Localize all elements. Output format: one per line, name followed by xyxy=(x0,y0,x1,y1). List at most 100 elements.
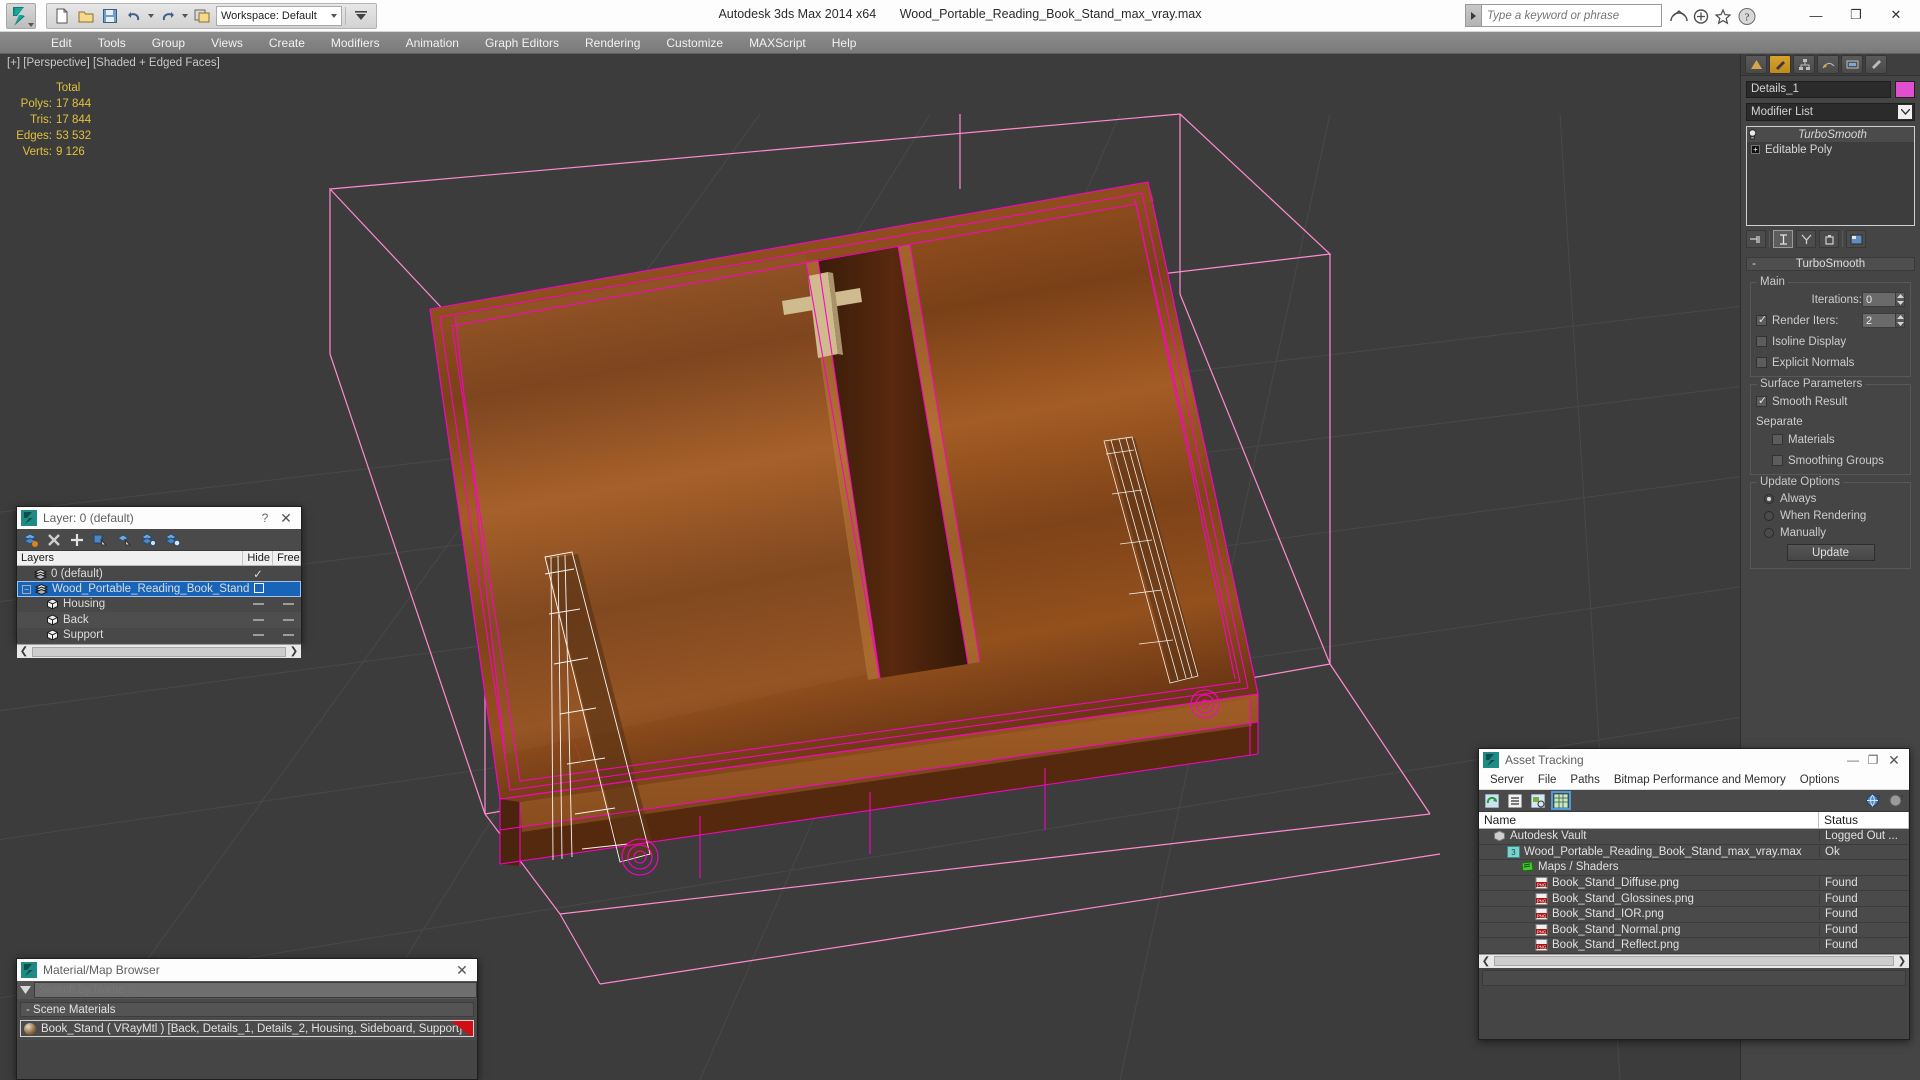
asset-menu-options[interactable]: Options xyxy=(1793,774,1847,786)
layer-dialog-titlebar[interactable]: Layer: 0 (default) ? ✕ xyxy=(17,507,301,529)
exchange-app-icon[interactable] xyxy=(1692,8,1710,25)
asset-row[interactable]: PNG Book_Stand_Glossines.png Found xyxy=(1479,891,1909,907)
always-radio[interactable] xyxy=(1764,493,1774,504)
manually-row[interactable]: Manually xyxy=(1756,525,1905,540)
sign-in-icon[interactable] xyxy=(1670,8,1688,25)
minimize-button[interactable]: — xyxy=(1796,2,1836,28)
asset-name-cell[interactable]: PNG Book_Stand_Reflect.png xyxy=(1479,939,1819,952)
asset-name-cell[interactable]: PNG Book_Stand_Diffuse.png xyxy=(1479,877,1819,890)
column-hide[interactable]: Hide xyxy=(243,551,274,565)
explicit-normals-checkbox[interactable] xyxy=(1756,357,1767,368)
smoothing-groups-checkbox[interactable] xyxy=(1772,455,1783,466)
menu-item-maxscript[interactable]: MAXScript xyxy=(736,32,819,54)
maximize-button[interactable]: ❐ xyxy=(1863,753,1883,767)
layer-hide-cell[interactable] xyxy=(245,598,271,610)
inherit-dash-icon[interactable] xyxy=(252,603,264,606)
layer-horizontal-scrollbar[interactable]: ❮ ❯ xyxy=(17,644,301,658)
asset-name-cell[interactable]: PNG Book_Stand_IOR.png xyxy=(1479,908,1819,921)
layer-hide-cell[interactable]: ✓ xyxy=(245,567,271,581)
layer-list[interactable]: 0 (default) ✓ − Wood_Portable_Reading_Book… xyxy=(17,566,301,644)
table-view-icon[interactable] xyxy=(1551,791,1571,810)
lightbulb-icon[interactable] xyxy=(1747,129,1758,140)
layer-row[interactable]: − Wood_Portable_Reading_Book_Stand xyxy=(17,581,301,597)
hierarchy-tab[interactable] xyxy=(1793,55,1815,74)
modify-tab[interactable] xyxy=(1769,55,1791,74)
manually-radio[interactable] xyxy=(1764,527,1774,538)
asset-horizontal-scrollbar[interactable]: ❮ ❯ xyxy=(1479,953,1909,968)
render-iters-spinner[interactable]: 2 xyxy=(1862,313,1905,328)
object-name-field[interactable]: Details_1 xyxy=(1746,81,1891,98)
modifier-stack-item-editable-poly[interactable]: + Editable Poly xyxy=(1747,142,1914,157)
always-row[interactable]: Always xyxy=(1756,491,1905,506)
material-list-item[interactable]: Book_Stand ( VRayMtl ) [Back, Details_1,… xyxy=(20,1020,474,1037)
layer-row[interactable]: 0 (default) ✓ xyxy=(17,566,301,581)
set-current-layer-icon[interactable] xyxy=(141,532,156,547)
add-selection-to-layer-icon[interactable] xyxy=(93,533,108,547)
expand-icon[interactable]: + xyxy=(1751,145,1760,154)
layer-row[interactable]: Housing xyxy=(17,597,301,612)
layer-properties-icon[interactable] xyxy=(165,532,180,547)
filter-dropdown-icon[interactable] xyxy=(17,986,34,994)
help-button[interactable]: ? xyxy=(255,511,275,525)
search-input[interactable] xyxy=(1482,4,1662,27)
materials-checkbox[interactable] xyxy=(1772,434,1783,445)
layer-dialog[interactable]: Layer: 0 (default) ? ✕ Layers Hide Free … xyxy=(16,506,302,658)
close-button[interactable]: ✕ xyxy=(451,962,473,979)
iterations-value[interactable]: 0 xyxy=(1862,292,1896,307)
create-new-layer-icon[interactable] xyxy=(23,532,38,547)
render-iters-value[interactable]: 2 xyxy=(1862,313,1896,328)
when-rendering-row[interactable]: When Rendering xyxy=(1756,508,1905,523)
layer-freeze-cell[interactable] xyxy=(275,598,301,610)
asset-row[interactable]: PNG Book_Stand_Diffuse.png Found xyxy=(1479,876,1909,892)
menu-item-create[interactable]: Create xyxy=(256,32,318,54)
remove-modifier-button[interactable] xyxy=(1819,230,1839,248)
favorites-star-icon[interactable] xyxy=(1714,8,1732,25)
asset-name-cell[interactable]: Maps / Shaders xyxy=(1479,861,1819,873)
help-globe-icon[interactable]: ? xyxy=(1865,793,1881,808)
inherit-dash-icon[interactable] xyxy=(252,618,264,621)
scroll-left-icon[interactable]: ❮ xyxy=(17,646,31,657)
inherit-dash-icon[interactable] xyxy=(252,634,264,637)
menu-item-customize[interactable]: Customize xyxy=(653,32,736,54)
inherit-dash-icon[interactable] xyxy=(282,618,294,621)
asset-tracking-titlebar[interactable]: Asset Tracking — ❐ ✕ xyxy=(1479,749,1909,771)
scroll-left-icon[interactable]: ❮ xyxy=(1479,956,1493,967)
asset-row[interactable]: Maps / Shaders xyxy=(1479,860,1909,876)
scroll-thumb[interactable] xyxy=(1494,956,1894,967)
chevron-down-icon[interactable] xyxy=(1898,105,1912,119)
close-button[interactable]: ✕ xyxy=(1876,2,1916,28)
column-name[interactable]: Name xyxy=(1479,812,1819,828)
menu-item-group[interactable]: Group xyxy=(139,32,198,54)
asset-row[interactable]: PNG Book_Stand_IOR.png Found xyxy=(1479,907,1909,923)
layer-row[interactable]: Support xyxy=(17,628,301,643)
scene-materials-group[interactable]: - Scene Materials xyxy=(20,1002,474,1017)
asset-menu-file[interactable]: File xyxy=(1531,774,1564,786)
update-button[interactable]: Update xyxy=(1786,544,1875,561)
asset-name-cell[interactable]: PNG Book_Stand_Glossines.png xyxy=(1479,892,1819,905)
menu-item-tools[interactable]: Tools xyxy=(85,32,139,54)
help-search[interactable] xyxy=(1465,4,1662,27)
iterations-spinner-arrows[interactable] xyxy=(1896,292,1905,307)
object-color-swatch[interactable] xyxy=(1895,81,1915,98)
asset-tracking-dialog[interactable]: Asset Tracking — ❐ ✕ Server File Paths Bitm… xyxy=(1478,748,1910,1040)
select-layer-objects-icon[interactable] xyxy=(117,533,132,547)
asset-name-cell[interactable]: Autodesk Vault xyxy=(1479,830,1819,842)
asset-row[interactable]: PNG Book_Stand_Reflect.png Found xyxy=(1479,938,1909,954)
menu-item-graph-editors[interactable]: Graph Editors xyxy=(472,32,572,54)
search-dropdown-icon[interactable] xyxy=(1465,4,1482,27)
visible-check-icon[interactable]: ✓ xyxy=(253,569,263,581)
material-map-browser-dialog[interactable]: Material/Map Browser ✕ - Scene Materials… xyxy=(16,958,478,1080)
scroll-right-icon[interactable]: ❯ xyxy=(287,646,301,657)
motion-tab[interactable] xyxy=(1817,55,1839,74)
collapse-icon[interactable]: - xyxy=(1747,258,1761,270)
asset-row[interactable]: Autodesk Vault Logged Out ... xyxy=(1479,829,1909,845)
menu-item-views[interactable]: Views xyxy=(198,32,256,54)
menu-item-help[interactable]: Help xyxy=(819,32,870,54)
column-layers[interactable]: Layers xyxy=(17,551,244,565)
asset-list[interactable]: Autodesk Vault Logged Out ... 3 Wood_Porta… xyxy=(1479,829,1909,954)
scroll-right-icon[interactable]: ❯ xyxy=(1895,956,1909,967)
isoline-display-checkbox[interactable] xyxy=(1756,336,1767,347)
maximize-button[interactable]: ❐ xyxy=(1836,2,1876,28)
layer-hide-cell[interactable] xyxy=(245,629,271,641)
layer-freeze-cell[interactable] xyxy=(275,629,301,641)
